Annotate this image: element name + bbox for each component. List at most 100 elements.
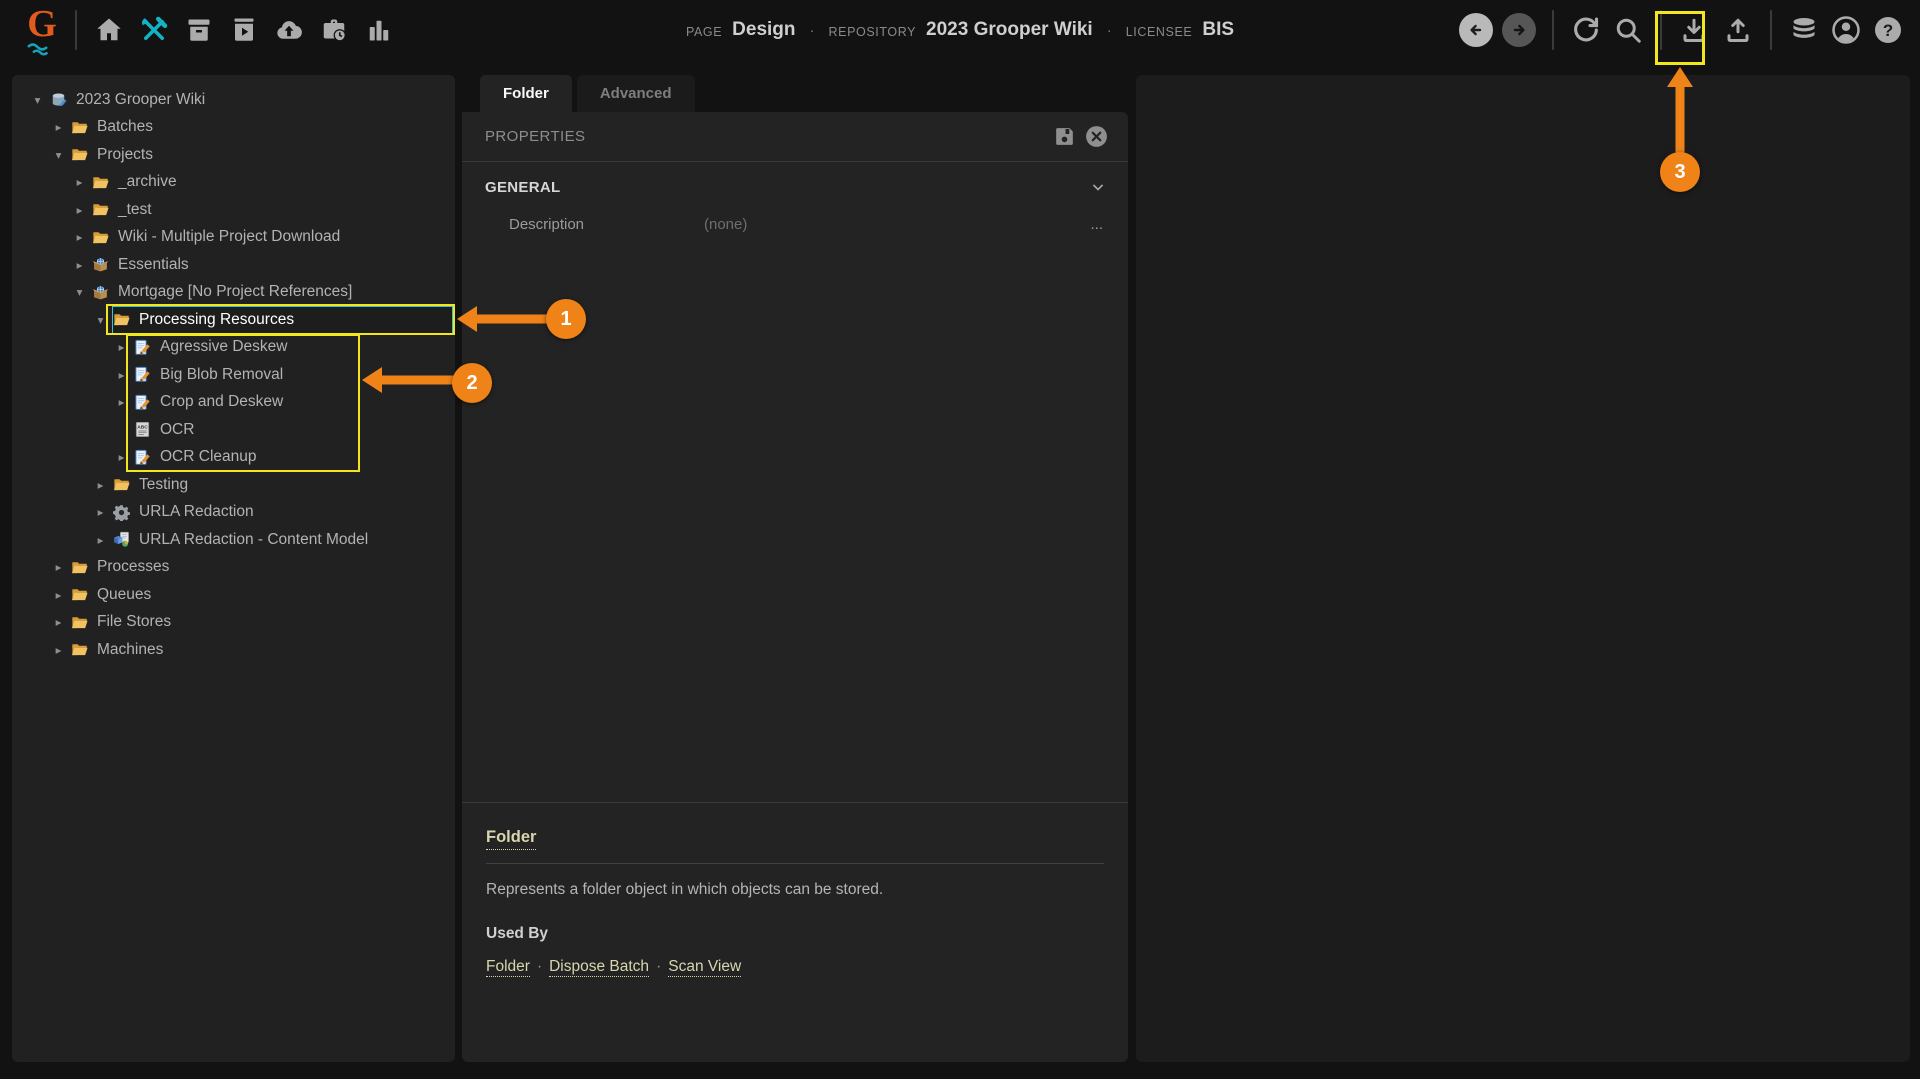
collapse-arrow-icon[interactable]: ▾ xyxy=(51,148,66,162)
tree-item-body[interactable]: Crop and Deskew xyxy=(133,389,453,417)
expand-arrow-icon[interactable]: ▸ xyxy=(114,368,129,382)
tree-item-body[interactable]: Big Blob Removal xyxy=(133,361,453,389)
tree-item-body[interactable]: Essentials xyxy=(91,251,453,279)
repository-icon xyxy=(50,91,69,108)
tree-item-body[interactable]: _test xyxy=(91,196,453,224)
database-icon[interactable] xyxy=(1788,14,1820,46)
cancel-icon[interactable] xyxy=(1084,124,1109,149)
save-icon[interactable] xyxy=(1052,124,1077,149)
tree-item-body[interactable]: URLA Redaction - Content Model xyxy=(112,526,453,554)
expand-arrow-icon[interactable]: ▸ xyxy=(51,643,66,657)
tree-item[interactable]: ▸ Machines xyxy=(12,636,455,664)
forward-button[interactable] xyxy=(1502,13,1536,47)
download-icon[interactable] xyxy=(1678,14,1710,46)
tree-item-label: Processing Resources xyxy=(139,310,295,328)
tree-item-body[interactable]: Queues xyxy=(70,581,453,609)
cloud-upload-icon[interactable] xyxy=(273,14,305,46)
bar-chart-icon[interactable] xyxy=(363,14,395,46)
expand-arrow-icon[interactable]: ▸ xyxy=(72,230,87,244)
ip-profile-icon xyxy=(134,394,153,411)
tree-item-label: _test xyxy=(118,200,152,218)
tree-item[interactable]: ▸ _test xyxy=(12,196,455,224)
folder-icon xyxy=(71,641,90,658)
tree-item[interactable]: ▸ Crop and Deskew xyxy=(12,389,455,417)
tree-item[interactable]: ▸ File Stores xyxy=(12,609,455,637)
chevron-down-icon[interactable] xyxy=(1088,177,1108,197)
expand-arrow-icon[interactable]: ▸ xyxy=(72,258,87,272)
folder-icon xyxy=(92,229,111,246)
expand-arrow-icon[interactable]: ▸ xyxy=(72,203,87,217)
tree-item-body[interactable]: Projects xyxy=(70,141,453,169)
expand-arrow-icon[interactable]: ▸ xyxy=(51,560,66,574)
tree-item[interactable]: ▾ 2023 Grooper Wiki xyxy=(12,86,455,114)
design-tools-icon[interactable] xyxy=(138,14,170,46)
tree-item[interactable]: ▾ Processing Resources xyxy=(12,306,455,334)
search-icon[interactable] xyxy=(1612,14,1644,46)
description-ellipsis-button[interactable]: ... xyxy=(1090,216,1103,233)
tree-item[interactable]: ▸ Wiki - Multiple Project Download xyxy=(12,224,455,252)
upload-icon[interactable] xyxy=(1722,14,1754,46)
collapse-arrow-icon[interactable]: ▾ xyxy=(30,93,45,107)
refresh-icon[interactable] xyxy=(1570,14,1602,46)
description-property-row[interactable]: Description (none) ... xyxy=(462,208,1128,240)
used-by-link-scan-view[interactable]: Scan View xyxy=(668,958,742,977)
batch-play-icon[interactable] xyxy=(228,14,260,46)
collapse-arrow-icon[interactable]: ▾ xyxy=(72,285,87,299)
expand-arrow-icon[interactable]: ▸ xyxy=(51,615,66,629)
tree-item-body[interactable]: ABC OCR xyxy=(133,416,453,444)
expand-arrow-icon[interactable]: ▸ xyxy=(51,588,66,602)
tree-item-body[interactable]: Machines xyxy=(70,636,453,664)
repository-value[interactable]: 2023 Grooper Wiki xyxy=(926,19,1093,41)
grooper-logo[interactable]: G xyxy=(20,3,64,59)
tree-item-body[interactable]: Processes xyxy=(70,554,453,582)
description-value[interactable]: (none) xyxy=(704,216,747,233)
tree-item-body[interactable]: Mortgage [No Project References] xyxy=(91,279,453,307)
help-title-link[interactable]: Folder xyxy=(486,828,537,850)
briefcase-clock-icon[interactable] xyxy=(318,14,350,46)
tree-item-body[interactable]: _archive xyxy=(91,169,453,197)
expand-arrow-icon[interactable]: ▸ xyxy=(93,505,108,519)
expand-arrow-icon[interactable]: ▸ xyxy=(114,450,129,464)
tree-item[interactable]: ▸ Processes xyxy=(12,554,455,582)
used-by-link-dispose-batch[interactable]: Dispose Batch xyxy=(549,958,650,977)
tree-item[interactable]: ▸ Batches xyxy=(12,114,455,142)
expand-arrow-icon[interactable]: ▸ xyxy=(93,478,108,492)
collapse-arrow-icon[interactable]: ▾ xyxy=(93,313,108,327)
tree-item[interactable]: ▸ Testing xyxy=(12,471,455,499)
expand-arrow-icon[interactable]: ▸ xyxy=(72,175,87,189)
tree-item[interactable]: ▸ URLA Redaction xyxy=(12,499,455,527)
tree-item[interactable]: ▸ Queues xyxy=(12,581,455,609)
tree-item-body[interactable]: Testing xyxy=(112,471,453,499)
tree-item-body[interactable]: Batches xyxy=(70,114,453,142)
tab-folder[interactable]: Folder xyxy=(480,75,572,112)
tree-item[interactable]: ABC OCR xyxy=(12,416,455,444)
expand-arrow-icon[interactable]: ▸ xyxy=(93,533,108,547)
tree-item[interactable]: ▸ Essentials xyxy=(12,251,455,279)
tree-item-body[interactable]: 2023 Grooper Wiki xyxy=(49,86,453,114)
general-section-header[interactable]: GENERAL xyxy=(462,166,1128,208)
home-icon[interactable] xyxy=(93,14,125,46)
tab-advanced[interactable]: Advanced xyxy=(576,75,695,112)
tree-item[interactable]: ▸ URLA Redaction - Content Model xyxy=(12,526,455,554)
tree-item[interactable]: ▾ Projects xyxy=(12,141,455,169)
tree-item[interactable]: ▸ Agressive Deskew xyxy=(12,334,455,362)
archive-box-icon[interactable] xyxy=(183,14,215,46)
user-icon[interactable] xyxy=(1830,14,1862,46)
used-by-link-folder[interactable]: Folder xyxy=(486,958,530,977)
tree-item[interactable]: ▸ _archive xyxy=(12,169,455,197)
tree-item-selected-body[interactable]: Processing Resources xyxy=(112,306,453,334)
expand-arrow-icon[interactable]: ▸ xyxy=(51,120,66,134)
tree-item-body[interactable]: Agressive Deskew xyxy=(133,334,453,362)
tree-item[interactable]: ▾ Mortgage [No Project References] xyxy=(12,279,455,307)
back-button[interactable] xyxy=(1459,13,1493,47)
tree-item-body[interactable]: Wiki - Multiple Project Download xyxy=(91,224,453,252)
expand-arrow-icon[interactable]: ▸ xyxy=(114,395,129,409)
page-value[interactable]: Design xyxy=(732,19,795,41)
help-icon[interactable]: ? xyxy=(1872,14,1904,46)
expand-arrow-icon[interactable]: ▸ xyxy=(114,340,129,354)
tree-item[interactable]: ▸ Big Blob Removal xyxy=(12,361,455,389)
tree-item-body[interactable]: File Stores xyxy=(70,609,453,637)
tree-item-body[interactable]: OCR Cleanup xyxy=(133,444,453,472)
tree-item-body[interactable]: URLA Redaction xyxy=(112,499,453,527)
tree-item[interactable]: ▸ OCR Cleanup xyxy=(12,444,455,472)
